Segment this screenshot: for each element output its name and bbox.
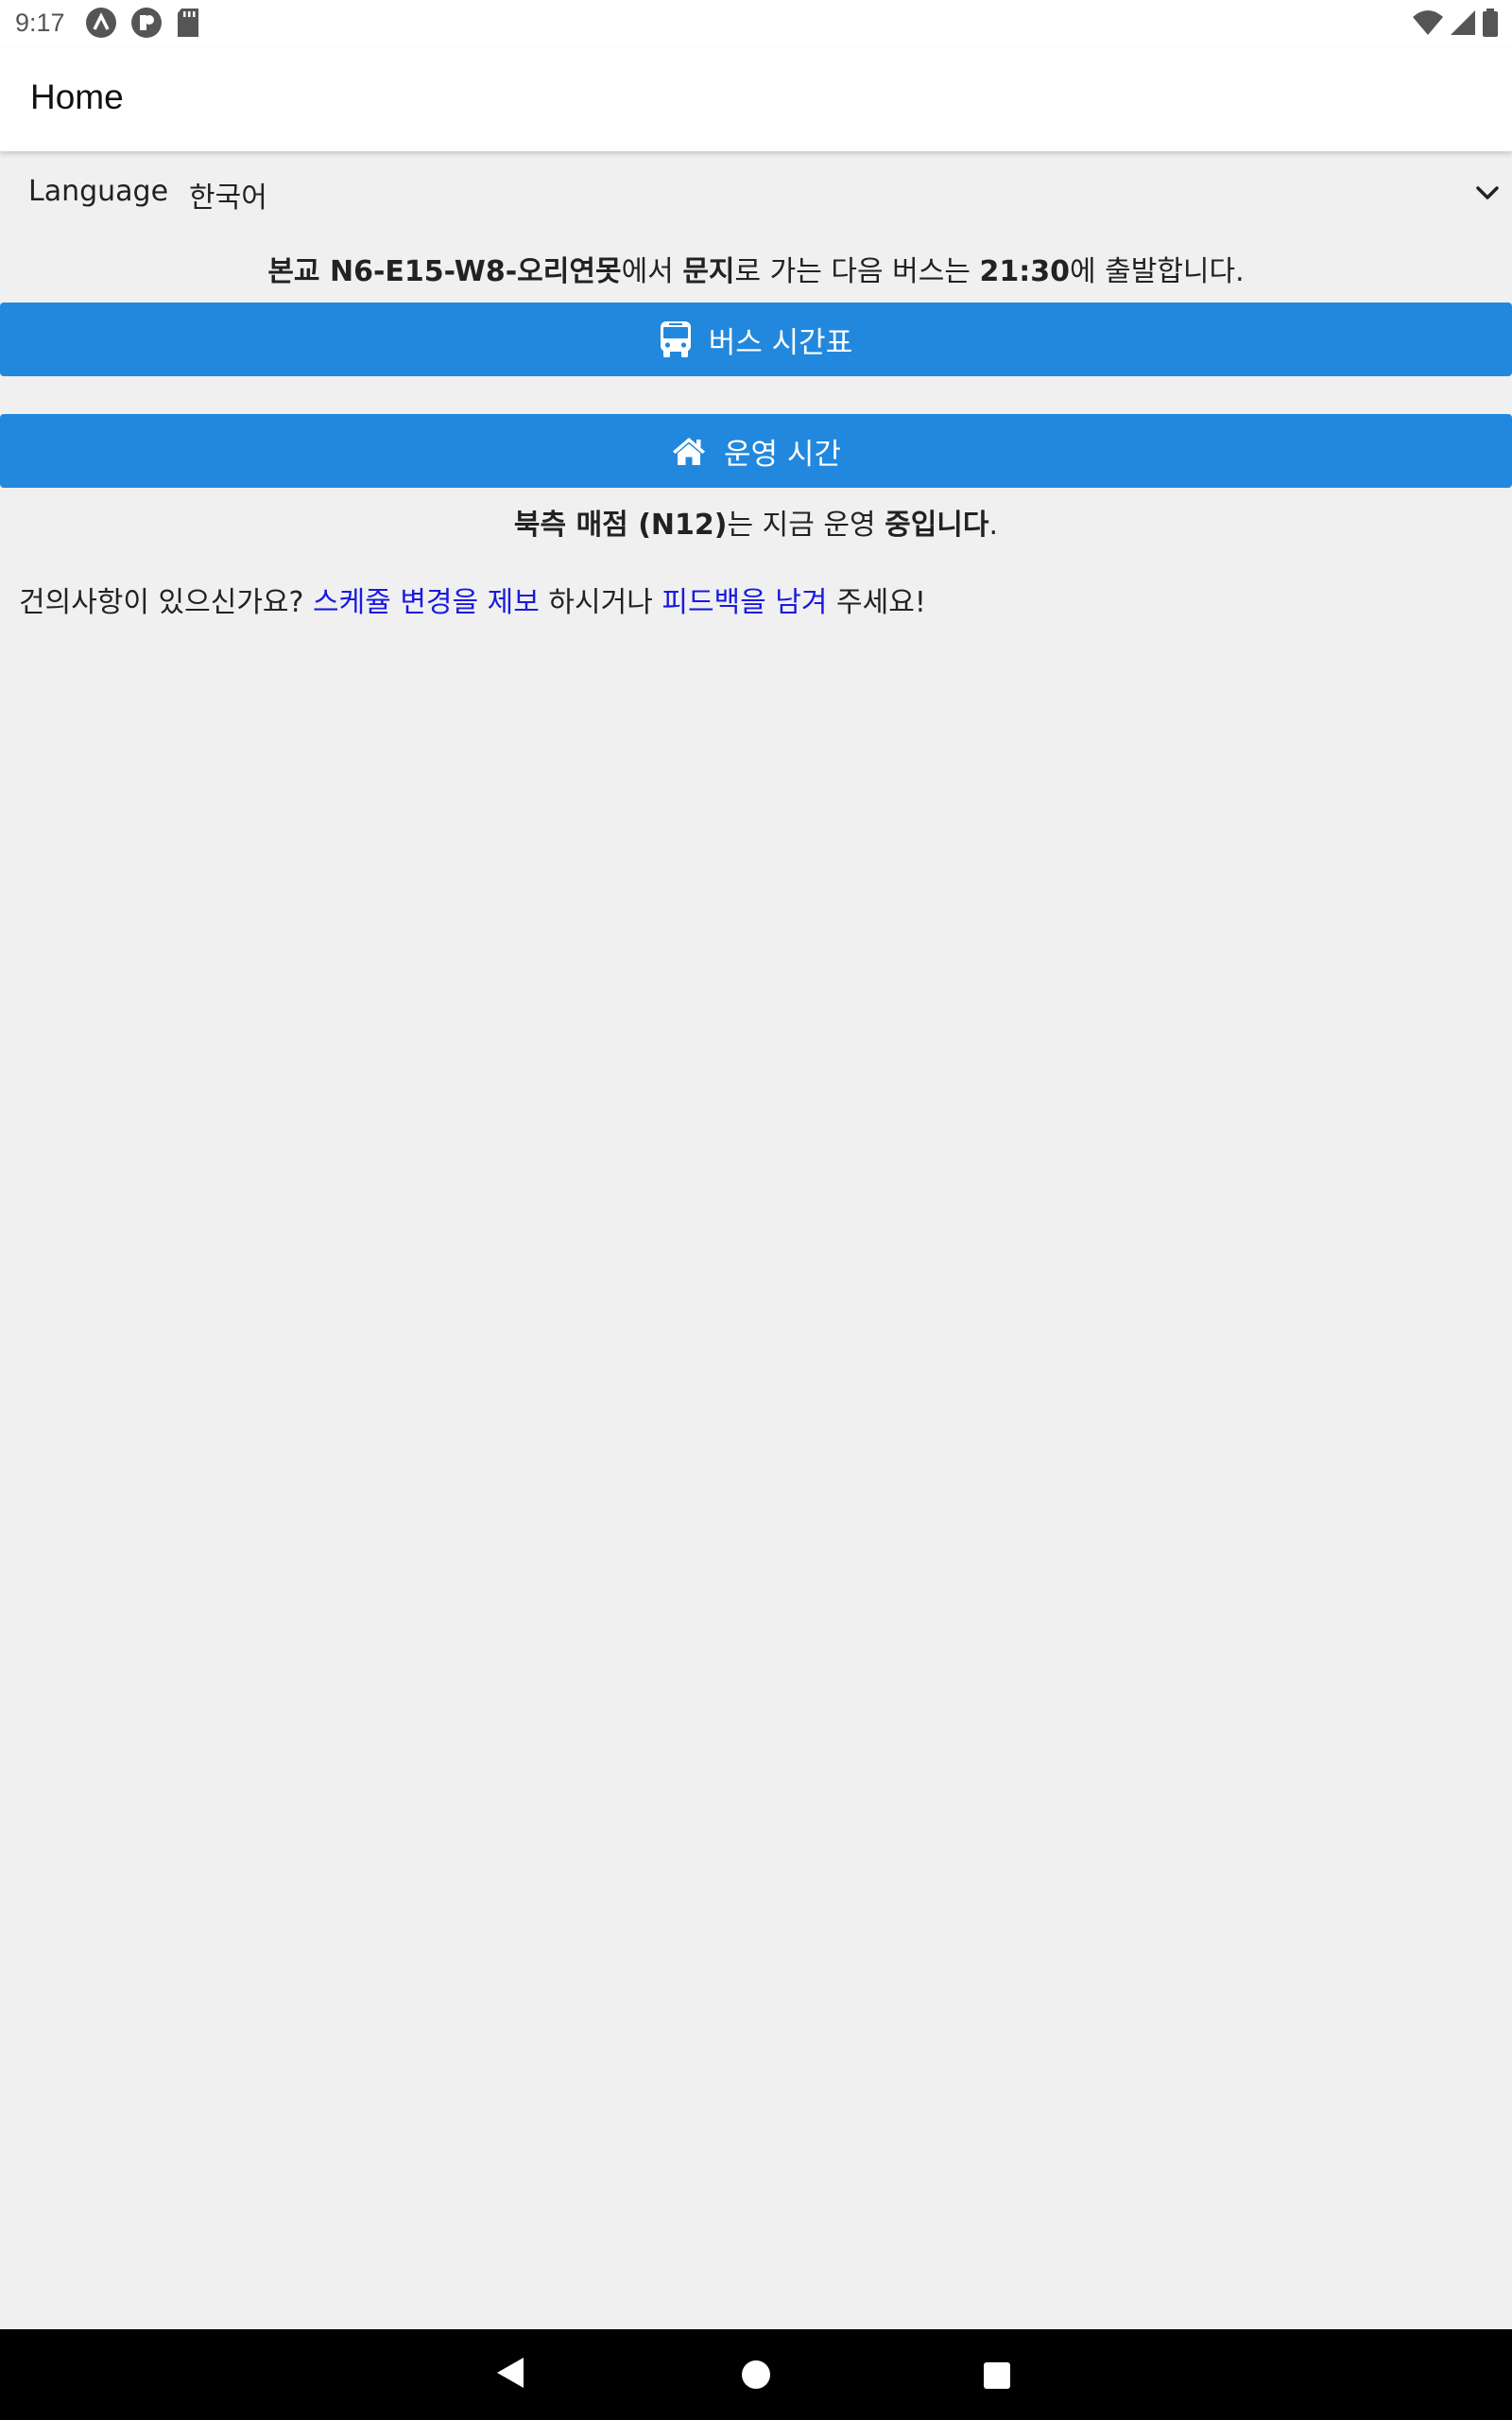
store-status-end: . xyxy=(988,509,999,542)
status-notification-icons xyxy=(85,7,200,39)
feedback-message: 건의사항이 있으신가요? 스케쥴 변경을 제보 하시거나 피드백을 남겨 주세요… xyxy=(19,584,1512,622)
bus-schedule-label: 버스 시간표 xyxy=(708,325,853,360)
operating-hours-label: 운영 시간 xyxy=(724,437,841,472)
language-label: Language xyxy=(28,175,169,208)
status-system-icons xyxy=(1412,9,1499,37)
home-icon xyxy=(673,438,706,465)
app-bar: Home xyxy=(0,47,1512,151)
bus-origin: 본교 N6-E15-W8-오리연못 xyxy=(267,255,622,288)
bus-destination: 문지 xyxy=(682,255,735,288)
bus-origin-suffix: 에서 xyxy=(621,255,683,288)
store-status-value: 중입니다 xyxy=(885,509,989,542)
page-title: Home xyxy=(30,78,124,116)
recents-icon[interactable] xyxy=(983,2361,1011,2390)
app-notification-icon-2 xyxy=(131,8,162,38)
home-nav-icon[interactable] xyxy=(741,2360,771,2390)
leave-feedback-link[interactable]: 피드백을 남겨 xyxy=(662,586,827,619)
feedback-prefix: 건의사항이 있으신가요? xyxy=(19,586,313,619)
chevron-down-icon[interactable] xyxy=(1472,178,1503,208)
bus-time-suffix: 에 출발합니다. xyxy=(1069,255,1245,288)
store-status-middle: 는 지금 운영 xyxy=(727,509,885,542)
feedback-middle: 하시거나 xyxy=(539,586,662,619)
status-bar: 9:17 xyxy=(0,0,1512,47)
system-navigation-bar xyxy=(0,2329,1512,2420)
battery-icon xyxy=(1483,9,1498,37)
operating-hours-button[interactable]: 운영 시간 xyxy=(0,414,1512,488)
bus-destination-suffix: 로 가는 다음 버스는 xyxy=(734,255,980,288)
language-value[interactable]: 한국어 xyxy=(189,174,267,216)
back-icon[interactable] xyxy=(495,2356,525,2390)
report-schedule-change-link[interactable]: 스케쥴 변경을 제보 xyxy=(313,586,540,619)
sd-card-icon xyxy=(178,9,198,37)
next-bus-message: 본교 N6-E15-W8-오리연못에서 문지로 가는 다음 버스는 21:30에… xyxy=(0,253,1512,291)
store-name: 북측 매점 (N12) xyxy=(513,509,728,542)
bus-icon xyxy=(660,321,691,357)
main-content: Language 한국어 본교 N6-E15-W8-오리연못에서 문지로 가는 … xyxy=(0,151,1512,622)
feedback-suffix: 주세요! xyxy=(827,586,926,619)
wifi-icon xyxy=(1413,10,1443,35)
bus-departure-time: 21:30 xyxy=(979,255,1070,288)
cellular-signal-icon xyxy=(1451,10,1475,35)
bus-schedule-button[interactable]: 버스 시간표 xyxy=(0,302,1512,376)
status-time: 9:17 xyxy=(15,9,65,37)
language-selector[interactable]: Language 한국어 xyxy=(0,151,1512,236)
store-status-message: 북측 매점 (N12)는 지금 운영 중입니다. xyxy=(0,507,1512,544)
app-notification-icon xyxy=(86,8,116,38)
